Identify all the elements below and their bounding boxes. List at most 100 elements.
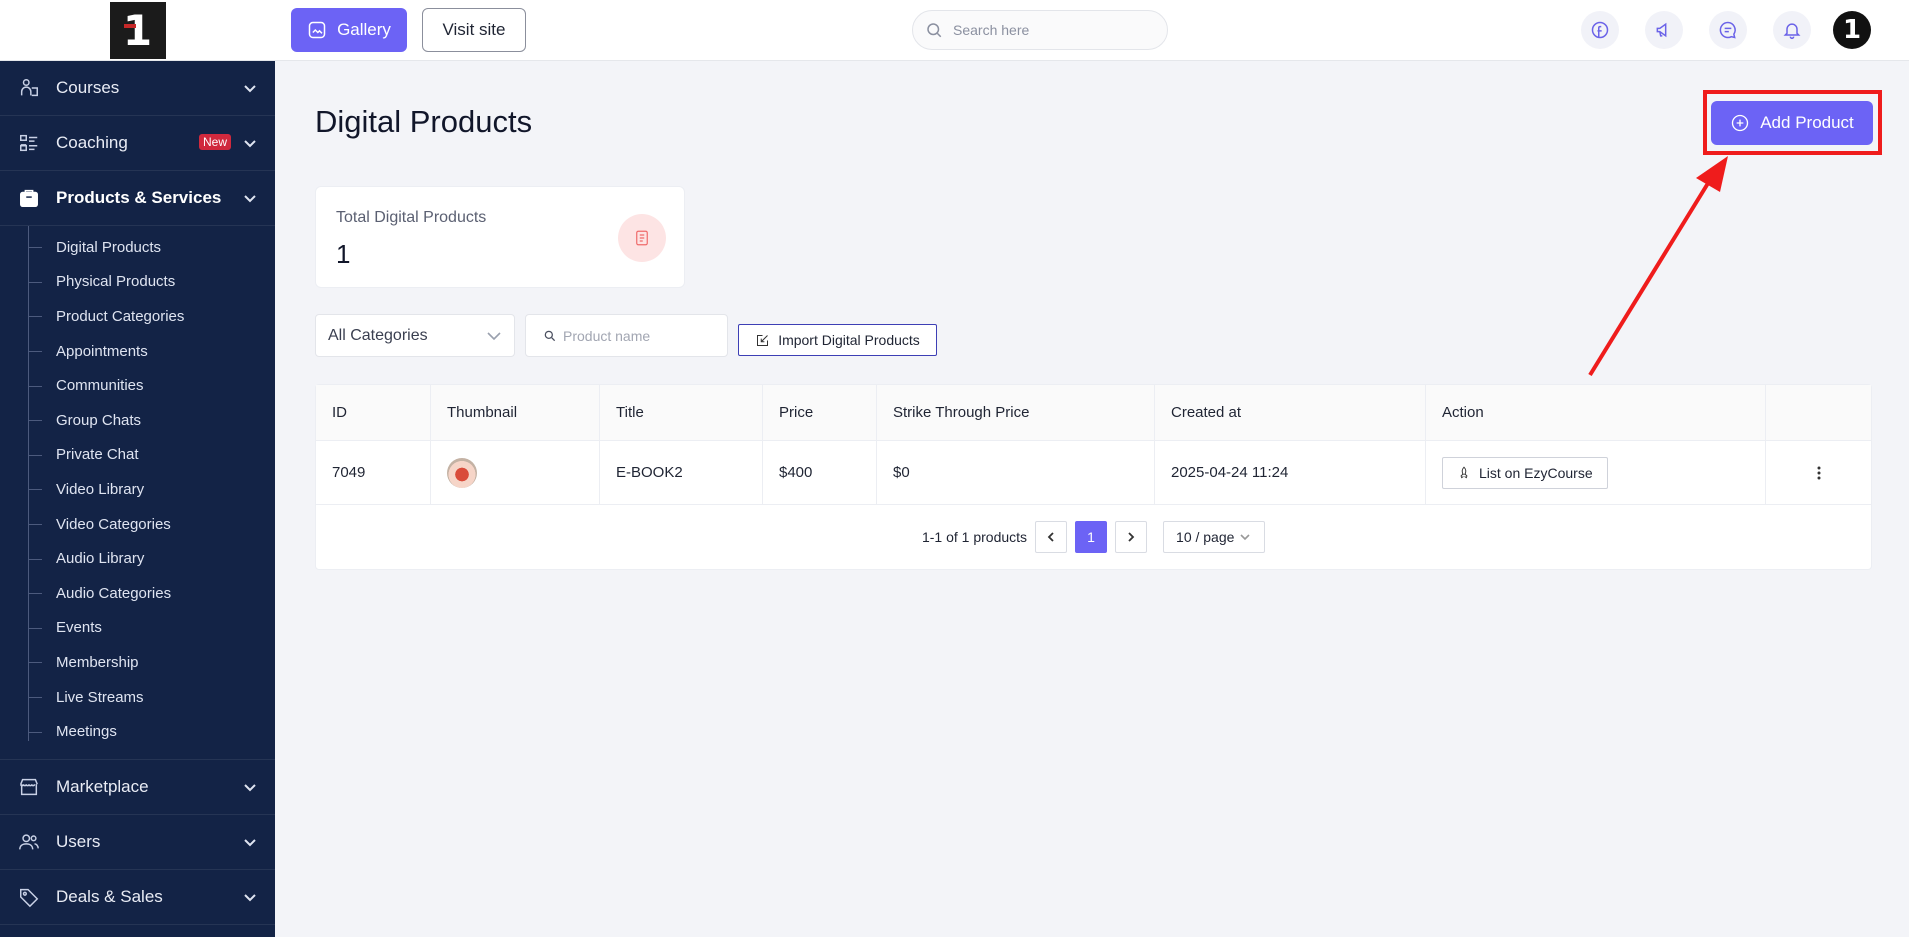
page-size-select[interactable]: 10 / page [1163,521,1266,553]
sidebar-subitem-video-categories[interactable]: Video Categories [0,507,275,542]
column-header-menu [1766,385,1871,440]
sidebar-subitem-video-library[interactable]: Video Library [0,472,275,507]
list-on-ezycourse-button[interactable]: List on EzyCourse [1442,456,1608,489]
sidebar-subitem-digital-products[interactable]: Digital Products [0,230,275,265]
list-label: List on EzyCourse [1479,464,1593,481]
import-icon [757,334,769,346]
total-digital-products-card: Total Digital Products 1 [315,186,685,288]
column-header-strike-price: Strike Through Price [877,385,1155,440]
page-title: Digital Products [315,104,533,139]
gallery-button[interactable]: Gallery [291,8,407,52]
sidebar-item-products-services[interactable]: Products & Services [0,171,275,226]
facebook-icon[interactable] [1581,11,1619,49]
products-icon [18,187,40,209]
page-size-value: 10 / page [1176,529,1235,545]
sidebar-subitem-product-categories[interactable]: Product Categories [0,299,275,334]
logo-area: 1 [0,0,275,61]
sidebar-subitem-audio-library[interactable]: Audio Library [0,541,275,576]
megaphone-icon[interactable] [1645,11,1683,49]
column-header-thumbnail: Thumbnail [431,385,600,440]
import-label: Import Digital Products [778,332,920,348]
search-icon [927,23,942,38]
marketplace-icon [18,776,40,798]
products-submenu: Digital Products Physical Products Produ… [0,226,275,760]
global-search-input[interactable] [953,22,1153,38]
search-icon [544,330,556,341]
chevron-down-icon [243,835,257,849]
topbar: Gallery Visit site 1 [275,0,1909,61]
chevron-down-icon [243,191,257,205]
sidebar-subitem-communities[interactable]: Communities [0,368,275,403]
chevron-down-icon [243,136,257,150]
table-header: ID Thumbnail Title Price Strike Through … [316,385,1871,441]
courses-icon [18,77,40,99]
cell-title: E-BOOK2 [600,441,763,504]
column-header-action: Action [1426,385,1766,440]
sidebar-subitem-meetings[interactable]: Meetings [0,714,275,749]
new-badge: New [198,134,231,150]
global-search [912,10,1168,50]
sidebar-subitem-private-chat[interactable]: Private Chat [0,438,275,473]
more-options-icon[interactable] [1766,441,1871,504]
category-select[interactable]: All Categories [315,314,515,357]
chat-icon[interactable] [1709,11,1747,49]
sidebar-item-marketplace[interactable]: Marketplace [0,760,275,815]
chevron-down-icon [1240,534,1250,541]
prev-page-button[interactable] [1035,521,1068,553]
next-page-button[interactable] [1115,521,1148,553]
category-select-value: All Categories [328,326,428,344]
brand-logo[interactable]: 1 [109,1,166,59]
cell-price: $400 [763,441,877,504]
stat-label: Total Digital Products [336,209,487,226]
sidebar-item-users[interactable]: Users [0,815,275,870]
cell-created: 2025-04-24 11:24 [1155,441,1426,504]
cell-strike-price: $0 [877,441,1155,504]
visit-site-button[interactable]: Visit site [422,8,526,52]
column-header-created: Created at [1155,385,1426,440]
chevron-right-icon [1128,532,1135,542]
add-product-label: Add Product [1760,113,1854,132]
sidebar-item-deals-sales[interactable]: Deals & Sales [0,870,275,925]
column-header-id: ID [316,385,431,440]
sidebar-subitem-group-chats[interactable]: Group Chats [0,403,275,438]
bell-icon[interactable] [1773,11,1811,49]
chevron-down-icon [243,890,257,904]
page-1-button[interactable]: 1 [1075,521,1108,553]
gallery-icon [308,21,326,39]
chevron-left-icon [1047,532,1054,542]
import-digital-products-button[interactable]: Import Digital Products [738,324,937,356]
sidebar-subitem-physical-products[interactable]: Physical Products [0,265,275,300]
table-row[interactable]: 7049 E-BOOK2 $400 $0 2025-04-24 11:24 Li… [316,441,1871,505]
sidebar-item-label: Products & Services [56,188,222,207]
chevron-down-icon [243,780,257,794]
column-header-title: Title [600,385,763,440]
avatar[interactable]: 1 [1833,11,1871,49]
pagination: 1-1 of 1 products 1 10 / page [316,505,1871,569]
coaching-icon [18,132,40,154]
deals-icon [18,886,40,908]
chevron-down-icon [487,331,501,340]
products-table: ID Thumbnail Title Price Strike Through … [315,384,1872,570]
logo-text: 1 [122,5,153,55]
sidebar-subitem-appointments[interactable]: Appointments [0,334,275,369]
sidebar-item-label: Deals & Sales [56,886,163,906]
stat-value: 1 [336,239,351,269]
cell-action: List on EzyCourse [1426,441,1766,504]
gallery-label: Gallery [337,20,391,39]
sidebar-item-courses[interactable]: Courses [0,61,275,116]
sidebar-subitem-membership[interactable]: Membership [0,645,275,680]
annotation-arrow [1588,156,1728,377]
sidebar-subitem-live-streams[interactable]: Live Streams [0,680,275,715]
sidebar-subitem-audio-categories[interactable]: Audio Categories [0,576,275,611]
sidebar-item-coaching[interactable]: Coaching New [0,116,275,171]
rocket-icon [1460,466,1468,478]
product-thumbnail[interactable] [447,457,477,488]
sidebar-item-label: Users [56,831,101,851]
plus-circle-icon [1732,114,1749,132]
sidebar-subitem-events[interactable]: Events [0,611,275,646]
sidebar-item-label: Courses [56,78,120,97]
sidebar-item-label: Marketplace [56,776,149,796]
chevron-down-icon [243,81,257,95]
product-name-input[interactable] [563,327,723,344]
add-product-button[interactable]: Add Product [1711,101,1873,145]
